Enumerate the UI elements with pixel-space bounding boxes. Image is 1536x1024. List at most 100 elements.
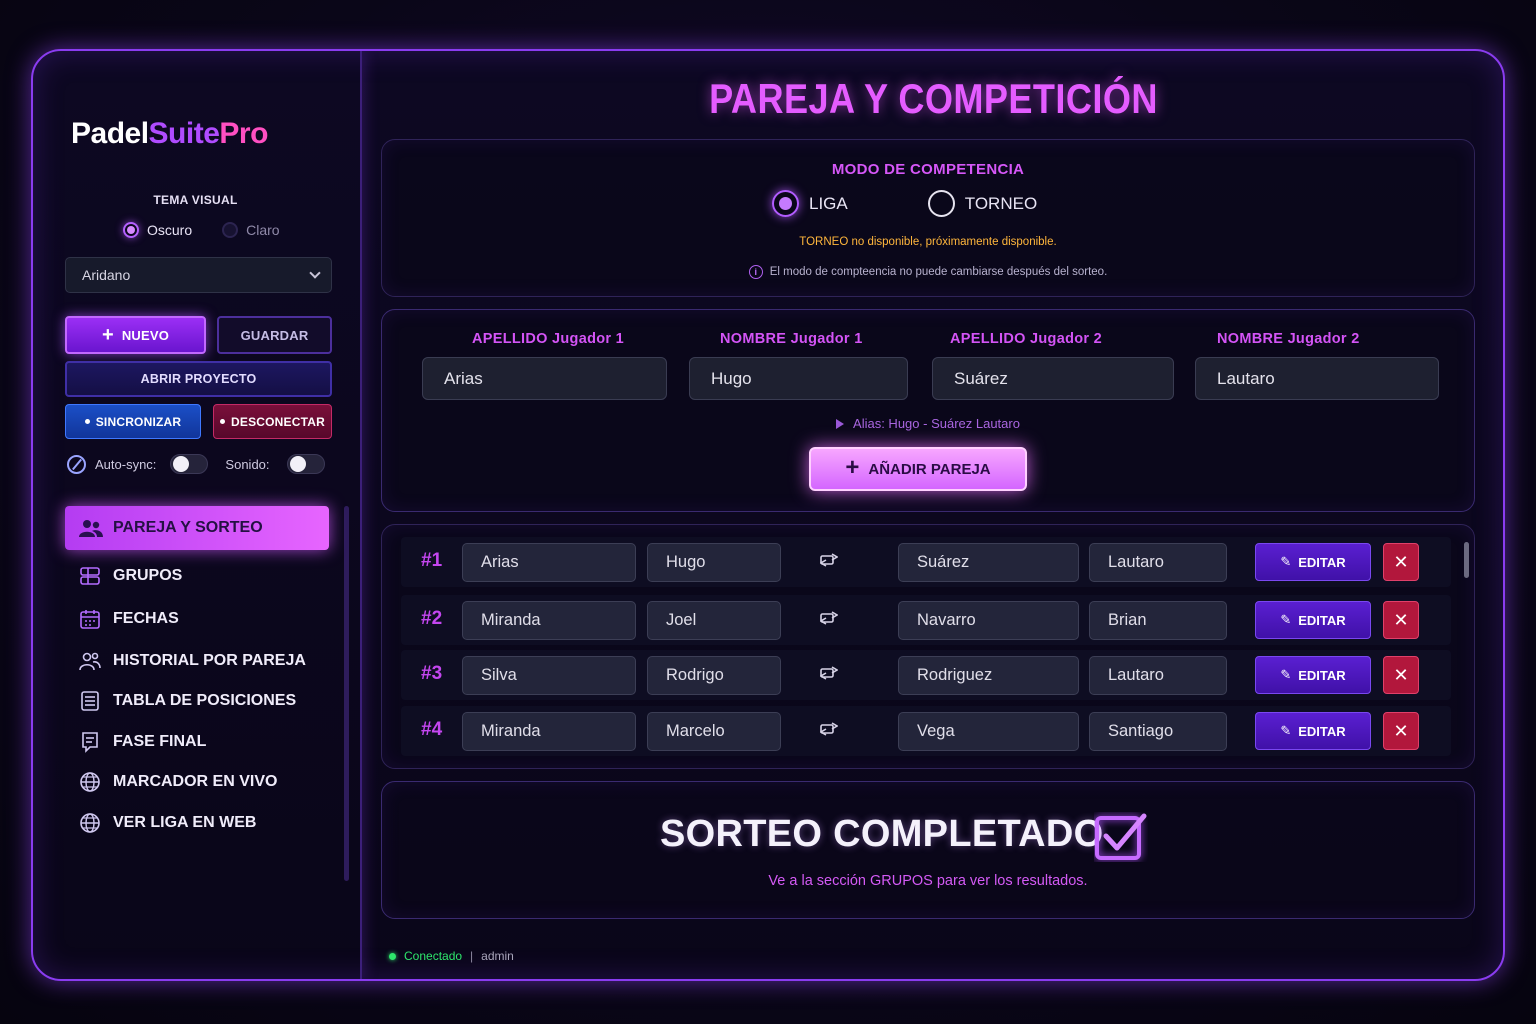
mode-note: i El modo de compteencia no puede cambia… (382, 265, 1474, 279)
nombre-1-input[interactable]: Hugo (689, 357, 908, 400)
pair-nombre-1[interactable]: Joel (647, 601, 781, 640)
label-apellido-2: APELLIDO Jugador 2 (950, 331, 1103, 347)
info-icon: i (748, 265, 763, 279)
swap-icon[interactable] (820, 721, 838, 737)
app-logo: PadelSuitePro (71, 117, 268, 150)
competition-mode-panel: MODO DE COMPETENCIA LIGA TORNEO TORNEO n… (381, 139, 1475, 297)
mode-radio-torneo[interactable]: TORNEO (927, 190, 1037, 217)
pencil-icon: ✎ (1280, 667, 1292, 682)
apellido-1-input[interactable]: Arias (422, 357, 667, 400)
sonido-label: Sonido: (225, 456, 270, 472)
label-nombre-1: NOMBRE Jugador 1 (720, 331, 863, 347)
pair-nombre-2[interactable]: Brian (1089, 601, 1227, 640)
bracket-icon (82, 732, 98, 753)
sorteo-status-panel: SORTEO COMPLETADO Ve a la sección GRUPOS… (381, 781, 1475, 919)
save-button[interactable]: GUARDAR (217, 316, 332, 354)
sorteo-title: SORTEO COMPLETADO (660, 813, 1104, 855)
user-history-icon (79, 652, 101, 671)
nav-item-fase-final[interactable]: FASE FINAL (79, 731, 206, 753)
edit-pair-button[interactable]: ✎ EDITAR (1255, 543, 1371, 581)
disconnect-button[interactable]: DESCONECTAR (213, 404, 332, 439)
pair-nombre-2[interactable]: Santiago (1089, 712, 1227, 751)
nav-item-pareja-sorteo[interactable]: PAREJA Y SORTEO (65, 506, 329, 550)
status-dot-icon (389, 952, 396, 960)
pair-apellido-1[interactable]: Miranda (462, 601, 636, 640)
edit-pair-button[interactable]: ✎ EDITAR (1255, 712, 1371, 750)
pair-apellido-2[interactable]: Vega (898, 712, 1079, 751)
pencil-icon: ✎ (1280, 612, 1292, 627)
nombre-2-input[interactable]: Lautaro (1195, 357, 1439, 400)
nav-item-tabla[interactable]: TABLA DE POSICIONES (79, 690, 296, 712)
pair-nombre-1[interactable]: Rodrigo (647, 656, 781, 695)
add-pair-button[interactable]: + AÑADIR PAREJA (809, 447, 1027, 491)
project-select[interactable]: Aridano (65, 257, 332, 293)
radio-unselected-icon (222, 222, 239, 238)
close-icon: ✕ (1393, 664, 1409, 685)
pair-number: #3 (421, 663, 443, 684)
main-content: PAREJA Y COMPETICIÓN MODO DE COMPETENCIA… (364, 51, 1503, 979)
mode-radio-liga[interactable]: LIGA (772, 190, 848, 217)
live-globe-icon (80, 772, 100, 792)
sync-icon (67, 454, 86, 474)
label-nombre-2: NOMBRE Jugador 2 (1217, 331, 1360, 347)
globe-icon (80, 813, 100, 833)
edit-pair-button[interactable]: ✎ EDITAR (1255, 601, 1371, 639)
pair-apellido-1[interactable]: Arias (462, 543, 636, 582)
app-window: PadelSuitePro TEMA VISUAL Oscuro Claro A… (31, 49, 1505, 981)
delete-pair-button[interactable]: ✕ (1383, 712, 1419, 750)
pair-apellido-1[interactable]: Miranda (462, 712, 636, 751)
theme-radio-oscuro[interactable]: Oscuro (123, 222, 192, 238)
chevron-down-icon (309, 267, 321, 279)
edit-pair-button[interactable]: ✎ EDITAR (1255, 656, 1371, 694)
autosync-toggle[interactable] (170, 454, 209, 474)
pairs-list-panel: #1 Arias Hugo Suárez Lautaro ✎ EDITAR ✕ #… (381, 524, 1475, 769)
nav-item-marcador[interactable]: MARCADOR EN VIVO (79, 771, 277, 793)
swap-icon[interactable] (820, 610, 838, 626)
groups-icon (80, 567, 100, 585)
pair-nombre-2[interactable]: Lautaro (1089, 543, 1227, 582)
current-user: admin (481, 949, 514, 963)
table-row: #4 Miranda Marcelo Vega Santiago ✎ EDITAR… (401, 706, 1451, 756)
swap-icon[interactable] (820, 552, 838, 568)
pencil-icon: ✎ (1280, 723, 1292, 738)
delete-pair-button[interactable]: ✕ (1383, 543, 1419, 581)
page-title: PAREJA Y COMPETICIÓN (709, 75, 1158, 122)
apellido-2-input[interactable]: Suárez (932, 357, 1174, 400)
close-icon: ✕ (1393, 551, 1409, 572)
add-pair-panel: APELLIDO Jugador 1 NOMBRE Jugador 1 APEL… (381, 309, 1475, 512)
list-scrollbar[interactable] (1464, 542, 1469, 578)
pair-nombre-1[interactable]: Hugo (647, 543, 781, 582)
nav-item-ver-liga[interactable]: VER LIGA EN WEB (79, 812, 256, 834)
sorteo-subtitle: Ve a la sección GRUPOS para ver los resu… (768, 873, 1088, 889)
pair-apellido-2[interactable]: Navarro (898, 601, 1079, 640)
project-select-value: Aridano (82, 267, 131, 283)
theme-radio-claro[interactable]: Claro (222, 222, 280, 238)
pair-number: #1 (421, 550, 443, 571)
mode-radio-group: LIGA TORNEO (772, 190, 1037, 217)
pair-nombre-1[interactable]: Marcelo (647, 712, 781, 751)
table-row: #3 Silva Rodrigo Rodriguez Lautaro ✎ EDIT… (401, 650, 1451, 700)
nav-item-historial[interactable]: HISTORIAL POR PAREJA (79, 650, 306, 672)
pair-apellido-1[interactable]: Silva (462, 656, 636, 695)
pair-nombre-2[interactable]: Lautaro (1089, 656, 1227, 695)
bullet-icon (220, 419, 225, 424)
theme-radio-group: Oscuro Claro (123, 222, 280, 238)
nav-scrollbar[interactable] (344, 506, 349, 881)
delete-pair-button[interactable]: ✕ (1383, 601, 1419, 639)
new-button[interactable]: + NUEVO (65, 316, 206, 354)
delete-pair-button[interactable]: ✕ (1383, 656, 1419, 694)
radio-unselected-icon (927, 190, 955, 217)
pair-apellido-2[interactable]: Rodriguez (898, 656, 1079, 695)
autosync-label: Auto-sync: (95, 456, 157, 472)
table-row: #1 Arias Hugo Suárez Lautaro ✎ EDITAR ✕ (401, 537, 1451, 587)
nav-item-grupos[interactable]: GRUPOS (79, 565, 182, 587)
sound-toggle[interactable] (286, 454, 325, 474)
pair-apellido-2[interactable]: Suárez (898, 543, 1079, 582)
pair-number: #2 (421, 608, 443, 629)
sync-button[interactable]: SINCRONIZAR (65, 404, 201, 439)
nav-item-fechas[interactable]: FECHAS (79, 608, 179, 630)
open-project-button[interactable]: ABRIR PROYECTO (65, 361, 332, 397)
swap-icon[interactable] (820, 665, 838, 681)
bullet-icon (84, 419, 90, 424)
radio-selected-icon (123, 222, 139, 238)
